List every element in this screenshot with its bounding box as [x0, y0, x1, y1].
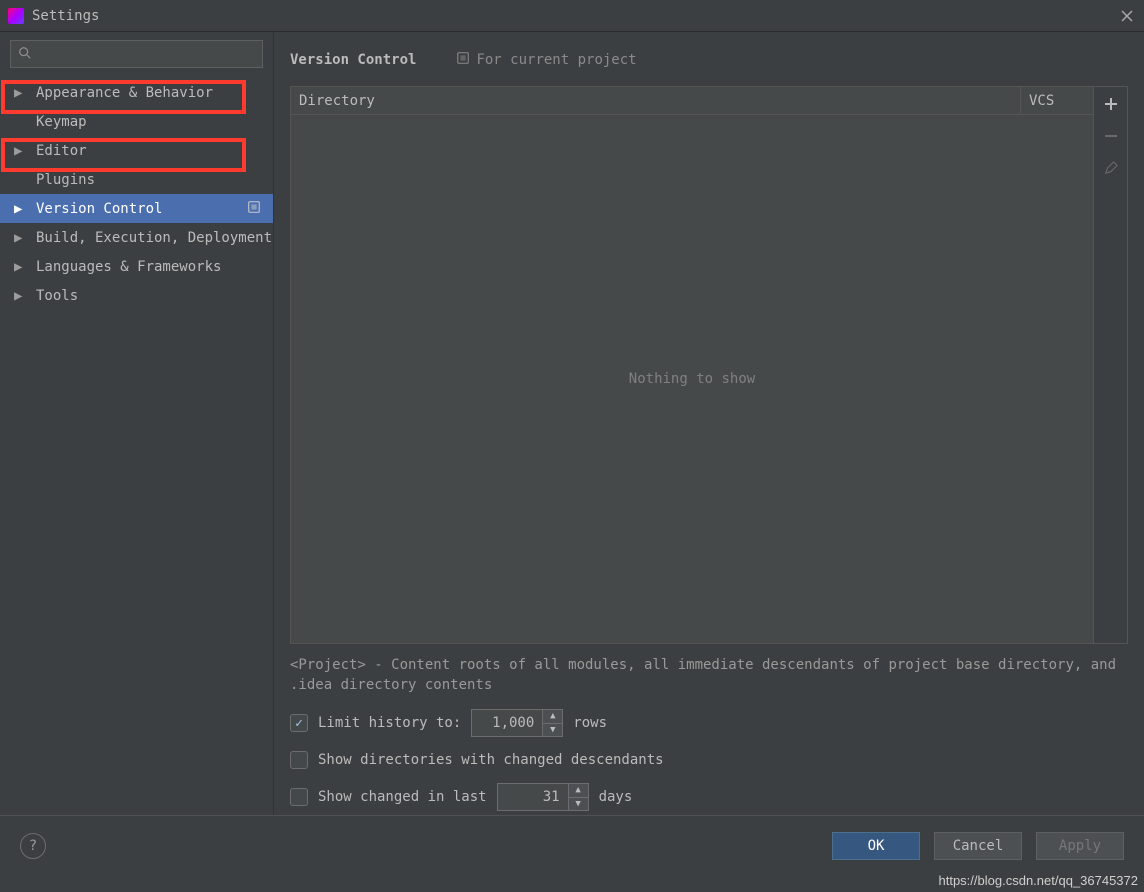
stepper-down-icon[interactable]: ▼ — [543, 724, 562, 737]
show-changed-checkbox[interactable] — [290, 788, 308, 806]
window-title: Settings — [32, 8, 1118, 24]
chevron-right-icon: ▶ — [14, 143, 36, 159]
stepper-up-icon[interactable]: ▲ — [543, 710, 562, 724]
sidebar-item-label: Plugins — [36, 172, 95, 188]
sidebar-item-editor[interactable]: ▶ Editor — [0, 136, 273, 165]
dialog-footer: ? OK Cancel Apply — [0, 816, 1144, 876]
show-dirs-checkbox[interactable] — [290, 751, 308, 769]
vcs-table: Directory VCS Nothing to show — [290, 86, 1094, 644]
sidebar-item-label: Editor — [36, 143, 87, 159]
show-changed-suffix: days — [599, 789, 633, 805]
sidebar-item-label: Languages & Frameworks — [36, 259, 221, 275]
watermark: https://blog.csdn.net/qq_36745372 — [939, 873, 1139, 888]
chevron-right-icon: ▶ — [14, 230, 36, 246]
project-scope-icon — [456, 51, 470, 69]
add-icon[interactable] — [1100, 93, 1122, 115]
limit-history-suffix: rows — [573, 715, 607, 731]
limit-history-label: Limit history to: — [318, 715, 461, 731]
cancel-button[interactable]: Cancel — [934, 832, 1022, 860]
close-icon[interactable] — [1118, 7, 1136, 25]
show-dirs-label: Show directories with changed descendant… — [318, 752, 664, 768]
page-title: Version Control — [290, 52, 416, 68]
sidebar-item-label: Version Control — [36, 201, 162, 217]
table-header-directory[interactable]: Directory — [291, 87, 1021, 114]
settings-content: Version Control For current project Dire… — [274, 32, 1144, 815]
ok-button[interactable]: OK — [832, 832, 920, 860]
sidebar-item-version-control[interactable]: ▶ Version Control — [0, 194, 273, 223]
apply-button[interactable]: Apply — [1036, 832, 1124, 860]
chevron-right-icon: ▶ — [14, 259, 36, 275]
sidebar-item-tools[interactable]: ▶ Tools — [0, 281, 273, 310]
stepper-up-icon[interactable]: ▲ — [569, 784, 588, 798]
show-dirs-row: Show directories with changed descendant… — [290, 751, 1128, 769]
sidebar-item-label: Keymap — [36, 114, 87, 130]
limit-history-checkbox[interactable] — [290, 714, 308, 732]
show-changed-input[interactable] — [498, 784, 568, 810]
table-header-vcs[interactable]: VCS — [1021, 87, 1093, 114]
chevron-right-icon: ▶ — [14, 201, 36, 217]
limit-history-row: Limit history to: ▲▼ rows — [290, 709, 1128, 737]
chevron-right-icon: ▶ — [14, 288, 36, 304]
sidebar-item-label: Appearance & Behavior — [36, 85, 213, 101]
chevron-right-icon: ▶ — [14, 85, 36, 101]
sidebar-item-keymap[interactable]: ▶ Keymap — [0, 107, 273, 136]
limit-history-input[interactable] — [472, 710, 542, 736]
help-button[interactable]: ? — [20, 833, 46, 859]
remove-icon[interactable] — [1100, 125, 1122, 147]
sidebar-item-label: Build, Execution, Deployment — [36, 230, 272, 246]
table-empty-placeholder: Nothing to show — [291, 115, 1093, 643]
title-bar: Settings — [0, 0, 1144, 32]
edit-icon[interactable] — [1100, 157, 1122, 179]
settings-tree: ▶ Appearance & Behavior ▶ Keymap ▶ Edito… — [0, 78, 273, 310]
table-toolbar — [1094, 86, 1128, 644]
sidebar-item-build-execution-deployment[interactable]: ▶ Build, Execution, Deployment — [0, 223, 273, 252]
for-current-project-label: For current project — [456, 51, 636, 69]
settings-sidebar: ▶ Appearance & Behavior ▶ Keymap ▶ Edito… — [0, 32, 274, 815]
show-changed-label: Show changed in last — [318, 789, 487, 805]
sidebar-item-label: Tools — [36, 288, 78, 304]
limit-history-spinner[interactable]: ▲▼ — [471, 709, 563, 737]
project-description: <Project> - Content roots of all modules… — [290, 656, 1128, 695]
sidebar-item-plugins[interactable]: ▶ Plugins — [0, 165, 273, 194]
sidebar-item-appearance-behavior[interactable]: ▶ Appearance & Behavior — [0, 78, 273, 107]
project-scope-icon — [247, 200, 261, 218]
stepper-down-icon[interactable]: ▼ — [569, 798, 588, 811]
show-changed-row: Show changed in last ▲▼ days — [290, 783, 1128, 811]
show-changed-spinner[interactable]: ▲▼ — [497, 783, 589, 811]
search-input[interactable] — [10, 40, 263, 68]
sidebar-item-languages-frameworks[interactable]: ▶ Languages & Frameworks — [0, 252, 273, 281]
app-icon — [8, 8, 24, 24]
